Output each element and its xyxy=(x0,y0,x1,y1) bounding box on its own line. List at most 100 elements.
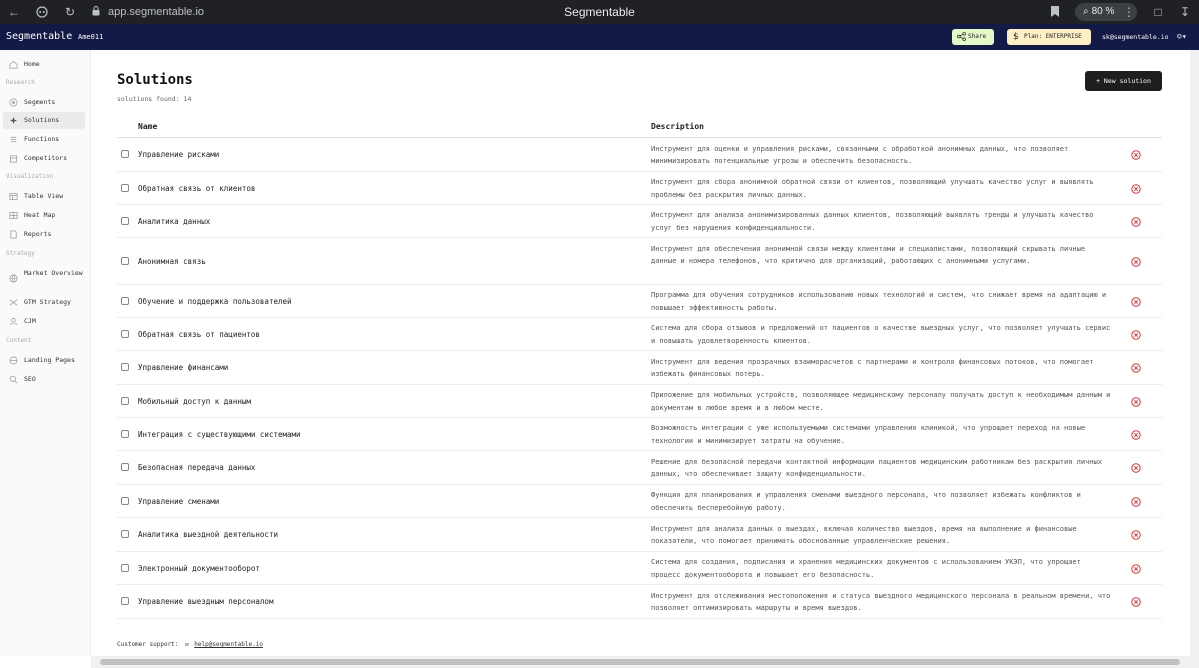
row-checkbox[interactable] xyxy=(121,530,129,538)
delete-icon[interactable] xyxy=(1131,296,1141,307)
horizontal-scrollbar-thumb[interactable] xyxy=(100,659,1180,665)
workspace-name[interactable]: Ame011 xyxy=(78,32,103,42)
table-row[interactable]: Управление финансами Инструмент для веден… xyxy=(117,351,1162,385)
table-row[interactable]: Управление рисками Инструмент для оценки … xyxy=(117,138,1162,172)
sidebar-item-solutions[interactable]: Solutions xyxy=(3,112,85,129)
section-strategy: Strategy xyxy=(6,250,35,257)
solution-name[interactable]: Аналитика выездной деятельности xyxy=(138,530,278,540)
row-checkbox[interactable] xyxy=(121,563,129,572)
row-checkbox[interactable] xyxy=(121,396,129,405)
delete-icon[interactable] xyxy=(1131,183,1141,194)
table-row[interactable]: Управление сменами Функция для планирован… xyxy=(117,485,1162,518)
table-row[interactable]: Аналитика выездной деятельности Инструмен… xyxy=(117,518,1162,552)
brand-logo[interactable]: Segmentable xyxy=(6,30,72,44)
plan-label: Plan: ENTERPRISE xyxy=(1024,33,1082,40)
delete-icon[interactable] xyxy=(1131,329,1141,340)
back-icon[interactable]: ← xyxy=(6,4,22,20)
row-checkbox[interactable] xyxy=(121,216,129,225)
sidebar-item-reports[interactable]: Reports xyxy=(3,226,85,243)
solution-description: Инструмент для обеспечения анонимной свя… xyxy=(651,244,1086,266)
row-checkbox[interactable] xyxy=(121,296,129,305)
solution-name[interactable]: Анонимная связь xyxy=(138,257,206,267)
delete-icon[interactable] xyxy=(1131,597,1141,607)
table-row[interactable]: Обратная связь от клиентов Инструмент для… xyxy=(117,172,1162,205)
table-row[interactable]: Электронный документооборот Система для с… xyxy=(117,552,1162,585)
row-checkbox[interactable] xyxy=(121,597,129,605)
table-row[interactable]: Обратная связь от пациентов Система для с… xyxy=(117,318,1162,351)
extensions-icon[interactable]: □ xyxy=(1150,4,1166,20)
row-checkbox[interactable] xyxy=(121,463,129,471)
support-email-link[interactable]: help@segmentable.io xyxy=(194,641,263,648)
delete-icon[interactable] xyxy=(1131,496,1141,507)
sidebar-item-cjm[interactable]: CJM xyxy=(3,313,85,330)
sparkle-icon xyxy=(9,116,18,125)
solution-name[interactable]: Обратная связь от пациентов xyxy=(138,330,260,340)
share-button[interactable]: Share xyxy=(952,29,994,45)
column-header-name[interactable]: Name xyxy=(138,121,157,133)
solution-name[interactable]: Аналитика данных xyxy=(138,217,210,227)
delete-icon[interactable] xyxy=(1131,563,1141,574)
sidebar-item-market-overview[interactable]: Market Overview xyxy=(3,267,85,289)
row-checkbox[interactable] xyxy=(121,363,129,371)
table-row[interactable]: Обучение и поддержка пользователей Програ… xyxy=(117,285,1162,318)
row-checkbox[interactable] xyxy=(121,150,129,158)
row-checkbox[interactable] xyxy=(121,496,129,505)
solution-description: Возможность интеграции с уже используемы… xyxy=(651,424,1086,445)
sidebar-item-gtm-strategy[interactable]: GTM Strategy xyxy=(3,294,85,311)
url-bar[interactable]: app.segmentable.io xyxy=(108,4,204,20)
solution-name[interactable]: Обучение и поддержка пользователей xyxy=(138,297,292,307)
solution-name[interactable]: Управление выездным персоналом xyxy=(138,597,273,607)
table-row[interactable]: Интеграция с существующими системами Возм… xyxy=(117,418,1162,451)
delete-icon[interactable] xyxy=(1131,429,1141,440)
sidebar-item-home[interactable]: Home xyxy=(3,56,85,73)
building-icon xyxy=(9,155,18,163)
solution-description: Система для сбора отзывов и предложений … xyxy=(651,324,1111,345)
delete-icon[interactable] xyxy=(1131,150,1141,160)
new-solution-button[interactable]: + New solution xyxy=(1085,71,1162,91)
delete-icon[interactable] xyxy=(1131,463,1141,473)
sidebar-item-segments[interactable]: Segments xyxy=(3,94,85,111)
solution-name[interactable]: Безопасная передача данных xyxy=(138,463,255,473)
solution-name[interactable]: Обратная связь от клиентов xyxy=(138,184,255,194)
solution-name[interactable]: Мобильный доступ к данным xyxy=(138,397,251,407)
solution-name[interactable]: Управление финансами xyxy=(138,363,228,373)
table-row[interactable]: Анонимная связь Инструмент для обеспечени… xyxy=(117,238,1162,285)
vertical-scrollbar[interactable] xyxy=(1190,50,1199,656)
solution-name[interactable]: Управление сменами xyxy=(138,497,219,507)
row-checkbox[interactable] xyxy=(121,429,129,438)
table-row[interactable]: Аналитика данных Инструмент для анализа а… xyxy=(117,205,1162,238)
delete-icon[interactable] xyxy=(1131,396,1141,407)
sidebar-item-heat-map[interactable]: Heat Map xyxy=(3,207,85,224)
table-row[interactable]: Безопасная передача данных Решение для бе… xyxy=(117,451,1162,485)
sidebar-item-functions[interactable]: Functions xyxy=(3,131,85,148)
person-icon[interactable]: ☺▾ xyxy=(1177,31,1187,43)
row-checkbox[interactable] xyxy=(121,256,129,265)
solution-description: Инструмент для анализа данных о выездах,… xyxy=(651,524,1077,546)
delete-icon[interactable] xyxy=(1131,363,1141,373)
solution-name[interactable]: Интеграция с существующими системами xyxy=(138,430,301,440)
sidebar-item-landing-pages[interactable]: Landing Pages xyxy=(3,352,85,369)
sidebar-item-seo[interactable]: SEO xyxy=(3,371,85,388)
column-header-description[interactable]: Description xyxy=(651,121,704,133)
delete-icon[interactable] xyxy=(1131,216,1141,227)
plan-button[interactable]: $ Plan: ENTERPRISE xyxy=(1007,29,1091,45)
sidebar-item-table-view[interactable]: Table View xyxy=(3,188,85,205)
solution-name[interactable]: Управление рисками xyxy=(138,150,219,160)
bookmark-icon[interactable] xyxy=(1050,5,1060,18)
table-row[interactable]: Мобильный доступ к данным Приложение для … xyxy=(117,385,1162,418)
sidebar: Home Research Segments Solutions Functio… xyxy=(0,50,91,656)
download-icon[interactable]: ↧ xyxy=(1177,4,1193,20)
solution-name[interactable]: Электронный документооборот xyxy=(138,564,260,574)
delete-icon[interactable] xyxy=(1131,256,1141,267)
delete-icon[interactable] xyxy=(1131,530,1141,540)
sidebar-item-competitors[interactable]: Competitors xyxy=(3,150,85,167)
row-checkbox[interactable] xyxy=(121,329,129,338)
table-row[interactable]: Управление выездным персоналом Инструмент… xyxy=(117,585,1162,619)
footer: Customer support: ✉ help@segmentable.io xyxy=(117,640,263,650)
reload-icon[interactable]: ↻ xyxy=(62,4,78,20)
incognito-icon[interactable] xyxy=(34,4,50,20)
menu-icon[interactable]: ⋮ xyxy=(1121,4,1137,20)
row-checkbox[interactable] xyxy=(121,183,129,192)
user-email[interactable]: sk@segmentable.io xyxy=(1102,32,1169,42)
solution-description: Решение для безопасной передачи контактн… xyxy=(651,457,1102,479)
